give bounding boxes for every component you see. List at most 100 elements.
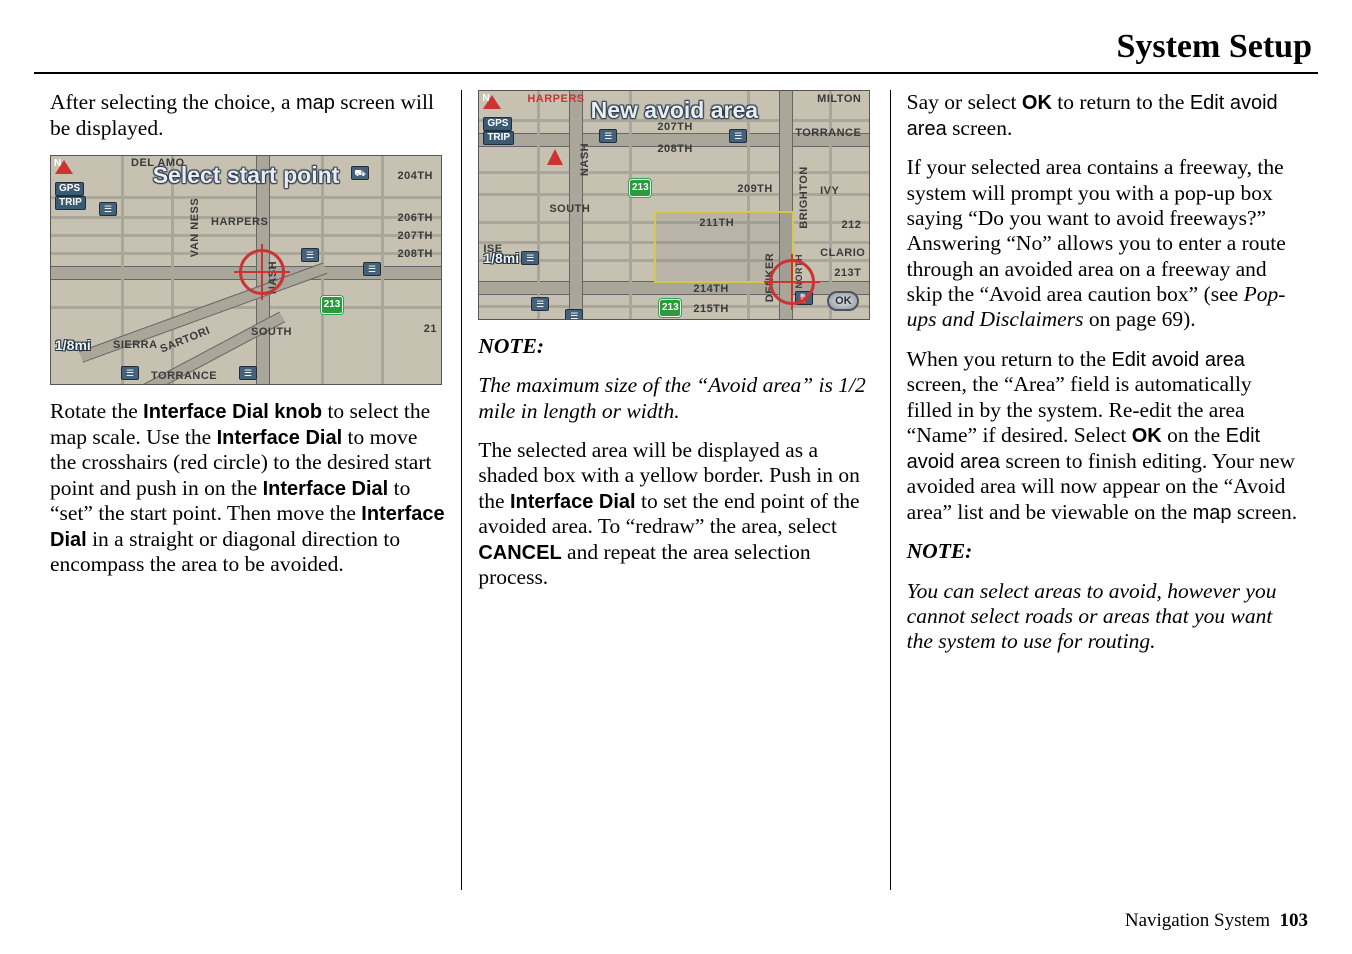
page-footer: Navigation System 103 [1125,910,1308,932]
gps-badge: GPS [483,117,512,131]
col3-p3: When you return to the Edit avoid area s… [907,347,1302,525]
road [629,91,632,319]
crosshair-icon [239,249,285,295]
street-label: CLARIO [820,247,865,260]
note-body: You can select areas to avoid, however y… [907,579,1302,655]
street-label: 215TH [693,303,729,316]
map-icon: ☰ [99,202,117,216]
street-label: 209TH [737,183,773,196]
street-label: TORRANCE [795,127,861,140]
footer-label: Navigation System [1125,910,1270,931]
map-icon: ☰ [521,251,539,265]
text: on page 69). [1083,307,1195,331]
street-label: 207TH [397,230,433,243]
road [381,156,384,384]
map-icon: ☰ [239,366,257,380]
text: on the [1162,423,1226,447]
street-label: 213T [834,267,861,280]
text: Rotate the [50,399,143,423]
text: If your selected area contains a freeway… [907,155,1286,306]
text: After selecting the choice, a [50,90,296,114]
map-new-avoid-area: HARPERS MILTON NASH SOUTH ISE TORRANCE I… [478,90,870,320]
map-title: Select start point [153,162,340,189]
map-icon: ☰ [599,129,617,143]
text: When you return to the [907,347,1112,371]
street-label: MILTON [817,93,861,106]
col2-paragraph: The selected area will be displayed as a… [478,438,873,591]
street-label: TORRANCE [151,370,217,383]
highway-shield-icon: 213 [659,299,681,317]
street-label: 206TH [397,212,433,225]
text: in a straight or diagonal direction to e… [50,527,400,577]
scale-label: 1/8mi [483,250,519,267]
street-label: 211TH [699,217,734,230]
gps-badge: GPS [55,182,84,196]
trip-badge: TRIP [55,196,86,210]
text: Interface Dial knob [143,401,322,423]
compass-label: N [54,158,61,170]
note-body: The maximum size of the “Avoid area” is … [478,373,873,424]
street-label: SOUTH [251,326,292,339]
text: screen. [1232,500,1298,524]
map-icon: ☰ [729,129,747,143]
column-1: After selecting the choice, a map screen… [34,90,461,890]
text: Say or select [907,90,1022,114]
col3-p2: If your selected area contains a freeway… [907,155,1302,333]
street-label: HARPERS [211,216,268,229]
column-2: HARPERS MILTON NASH SOUTH ISE TORRANCE I… [461,90,889,890]
text: screen. [947,116,1013,140]
trip-badge: TRIP [483,131,514,145]
text: OK [1022,92,1052,114]
map-icon: ☰ [531,297,549,311]
street-label: HARPERS [527,93,584,106]
page-title: System Setup [34,28,1318,74]
street-label: 204TH [397,170,433,183]
text: to return to the [1052,90,1190,114]
road [829,91,832,319]
map-icon: ☰ [301,248,319,262]
compass-icon: N [55,160,73,182]
text: Edit avoid area [1111,349,1244,371]
column-3: Say or select OK to return to the Edit a… [890,90,1318,890]
street-label: NASH [579,143,592,176]
map-icon: ⛟ [351,166,369,180]
street-label: IVY [820,185,839,198]
street-label: SOUTH [549,203,590,216]
street-label: SIERRA [113,339,158,352]
highway-shield-icon: 213 [321,296,343,314]
text: map [1193,502,1232,524]
compass-label: N [482,93,489,105]
street-label: 21 [424,323,437,336]
highway-shield-icon: 213 [629,179,651,197]
col3-p1: Say or select OK to return to the Edit a… [907,90,1302,141]
crosshair-icon [769,259,815,305]
road [537,91,540,319]
street-label: VAN NESS [189,198,202,257]
street-label: 212 [841,219,861,232]
street-label: 214TH [693,283,729,296]
text: Interface Dial [510,491,636,513]
note-heading: NOTE: [478,334,873,359]
col1-paragraph: Rotate the Interface Dial knob to select… [50,399,445,578]
text: Interface Dial [217,427,343,449]
scale-label: 1/8mi [55,337,91,354]
text: map [296,92,335,114]
map-icon: ☰ [565,309,583,320]
text: Interface Dial [263,478,389,500]
street-label: 208TH [657,143,693,156]
note-heading: NOTE: [907,539,1302,564]
road [747,91,750,319]
text: CANCEL [478,542,561,564]
col1-intro: After selecting the choice, a map screen… [50,90,445,141]
street-label: BRIGHTON [798,166,811,228]
vehicle-icon [547,149,563,165]
street-label: 208TH [397,248,433,261]
text: OK [1132,425,1162,447]
ok-button[interactable]: OK [827,291,859,311]
map-title: New avoid area [591,97,758,124]
map-icon: ☰ [121,366,139,380]
map-select-start-point: DEL AMO HARPERS VAN NESS NASH SOUTH SART… [50,155,442,385]
compass-icon: N [483,95,501,117]
map-icon: ☰ [363,262,381,276]
page-number: 103 [1280,910,1309,931]
